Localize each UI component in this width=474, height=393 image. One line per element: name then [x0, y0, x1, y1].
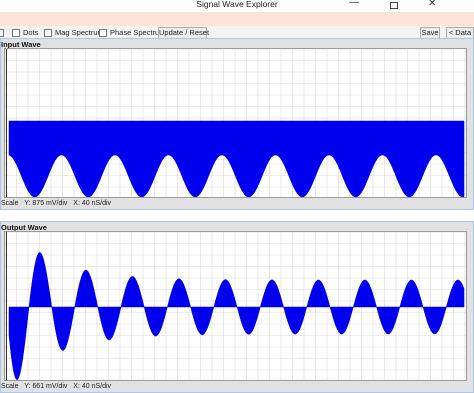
output-y-scale: Y: 661 mV/div	[24, 383, 68, 390]
output-scale-prefix: Scale	[1, 383, 19, 390]
window-title: Signal Wave Explorer	[196, 0, 278, 9]
output-x-scale: X: 40 nS/div	[73, 383, 112, 390]
close-icon[interactable]: ✕	[428, 0, 436, 9]
leading-checkbox[interactable]	[0, 29, 4, 37]
accent-band	[0, 12, 474, 26]
input-scale-prefix: Scale	[1, 200, 19, 207]
dots-checkbox[interactable]	[12, 29, 20, 37]
dots-label: Dots	[23, 28, 39, 37]
input-scale-label: Scale Y: 875 mV/div X: 40 nS/div	[1, 200, 111, 207]
title-bar: Signal Wave Explorer — ✕	[0, 0, 474, 12]
input-wave-panel: Input Wave Scale Y: 875 mV/div X: 40 nS/…	[0, 38, 474, 210]
output-wave-plot	[4, 231, 467, 381]
output-wave-svg	[5, 232, 466, 380]
input-y-scale: Y: 875 mV/div	[24, 200, 68, 207]
output-scale-label: Scale Y: 661 mV/div X: 40 nS/div	[1, 383, 111, 390]
input-wave-plot	[4, 48, 467, 198]
mag-spectrum-label: Mag Spectrum	[55, 28, 104, 37]
input-x-scale: X: 40 nS/div	[73, 200, 112, 207]
mag-spectrum-checkbox[interactable]	[44, 29, 52, 37]
output-wave-panel: Output Wave Scale Y: 661 mV/div X: 40 nS…	[0, 221, 474, 393]
minimize-icon[interactable]: —	[349, 0, 359, 8]
maximize-icon[interactable]	[390, 2, 398, 9]
input-wave-svg	[5, 49, 466, 197]
phase-spectrum-checkbox[interactable]	[99, 29, 107, 37]
